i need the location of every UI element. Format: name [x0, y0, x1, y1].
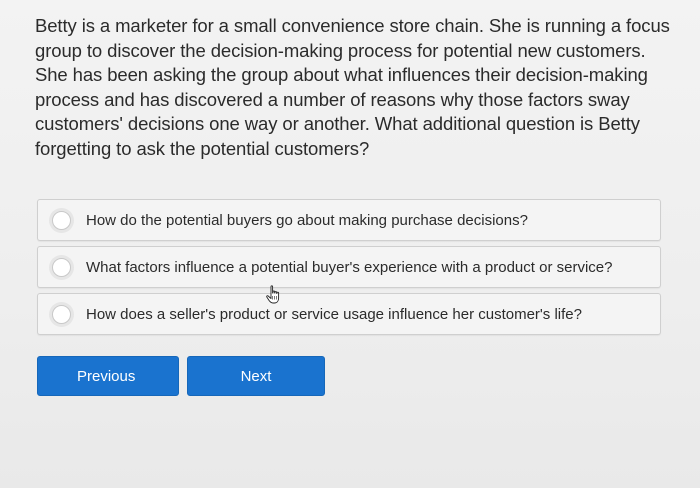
answer-option-label: How does a seller's product or service u… [86, 305, 582, 323]
radio-button-icon[interactable] [52, 304, 71, 324]
hand-pointer-icon [264, 284, 286, 306]
answer-option-label: How do the potential buyers go about mak… [86, 211, 528, 229]
quiz-page: Betty is a marketer for a small convenie… [0, 0, 700, 488]
radio-button-icon[interactable] [52, 257, 71, 277]
answer-option-label: What factors influence a potential buyer… [86, 258, 613, 276]
question-text: Betty is a marketer for a small convenie… [35, 15, 670, 159]
answer-option-1[interactable]: How do the potential buyers go about mak… [37, 199, 661, 241]
previous-button-label: Previous [77, 367, 136, 385]
radio-button-icon[interactable] [52, 210, 71, 230]
next-button[interactable]: Next [187, 356, 325, 396]
next-button-label: Next [240, 367, 272, 385]
answer-option-2[interactable]: What factors influence a potential buyer… [37, 246, 661, 288]
previous-button[interactable]: Previous [37, 356, 179, 396]
answer-option-3[interactable]: How does a seller's product or service u… [37, 293, 661, 335]
answer-options: How do the potential buyers go about mak… [37, 199, 661, 340]
